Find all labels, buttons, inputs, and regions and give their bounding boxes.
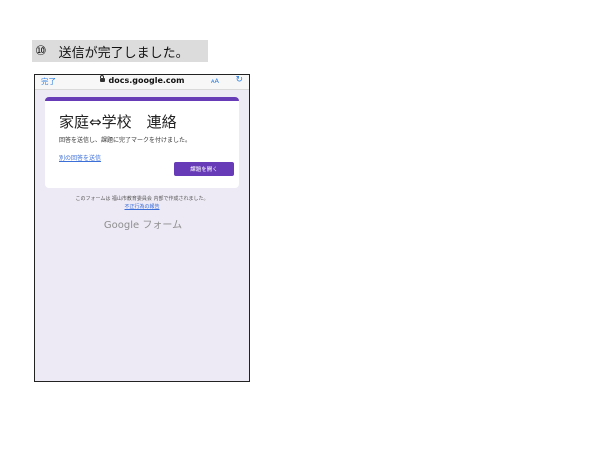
url-text: docs.google.com (108, 76, 185, 85)
google-forms-logo: Google フォーム (103, 220, 183, 231)
form-title: 家庭⇔学校 連絡 (59, 113, 177, 131)
form-footer-note: このフォームは 福山市教育委員会 内部で作成されました。 不正行為の報告 (45, 195, 239, 211)
step-text: 送信が完了しました。 (58, 45, 189, 61)
form-confirmation-card: 家庭⇔学校 連絡 回答を送信し、課題に完了マークを付けました。 別の回答を送信 … (45, 97, 239, 188)
creator-note: このフォームは 福山市教育委員会 内部で作成されました。 (75, 196, 209, 202)
reload-icon[interactable]: ↻ (235, 75, 243, 85)
step-heading: ⑩ 送信が完了しました。 (32, 40, 208, 62)
text-size-button[interactable]: ᴀA (211, 77, 219, 85)
phone-screenshot: 完了 docs.google.com ᴀA ↻ 家庭⇔学校 連絡 回答を送信し、… (34, 74, 250, 382)
open-assignment-button[interactable]: 課題を開く (174, 162, 234, 176)
page: ⑩ 送信が完了しました。 完了 docs.google.com ᴀA ↻ 家庭⇔… (0, 0, 609, 470)
lock-icon (99, 75, 105, 82)
step-number: ⑩ (35, 43, 47, 59)
browser-address-bar: 完了 docs.google.com ᴀA ↻ (35, 75, 249, 90)
report-abuse-link[interactable]: 不正行為の報告 (124, 204, 159, 210)
submit-another-response-link[interactable]: 別の回答を送信 (59, 153, 101, 162)
confirmation-message: 回答を送信し、課題に完了マークを付けました。 (59, 137, 192, 144)
